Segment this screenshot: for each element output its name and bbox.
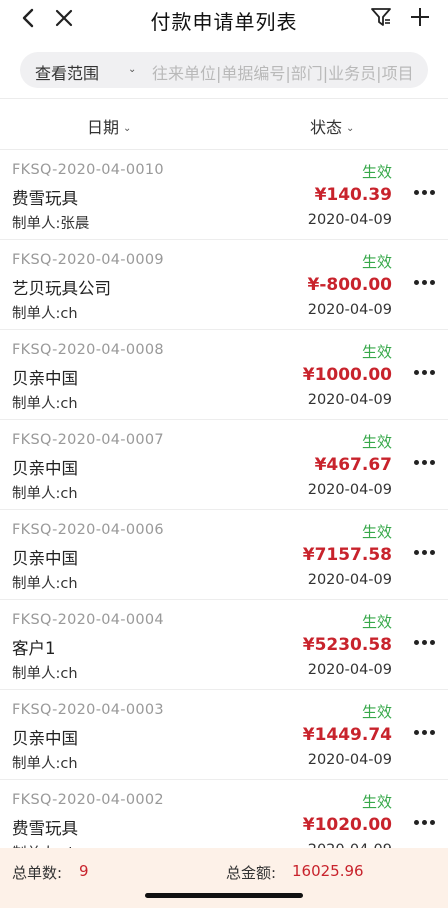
more-icon[interactable] xyxy=(414,550,436,556)
status-badge: 生效 xyxy=(361,343,392,361)
maker-label: 制单人:ch xyxy=(12,666,78,682)
date: 2020-04-09 xyxy=(307,392,392,408)
filter-icon[interactable] xyxy=(370,6,392,28)
list-item[interactable]: FKSQ-2020-04-0003 贝亲中国 制单人:ch 生效 ¥1449.7… xyxy=(0,690,448,780)
more-icon[interactable] xyxy=(414,730,436,736)
amount: ¥1000.00 xyxy=(302,365,392,385)
document-code: FKSQ-2020-04-0006 xyxy=(12,522,164,538)
list-item[interactable]: FKSQ-2020-04-0004 客户1 制单人:ch 生效 ¥5230.58… xyxy=(0,600,448,690)
counterparty-name: 客户1 xyxy=(12,639,56,658)
amount: ¥1449.74 xyxy=(302,725,392,745)
counterparty-name: 贝亲中国 xyxy=(12,459,78,478)
maker-label: 制单人:ch xyxy=(12,396,78,412)
more-icon[interactable] xyxy=(414,190,436,196)
more-icon[interactable] xyxy=(414,820,436,826)
status-badge: 生效 xyxy=(361,793,392,811)
date: 2020-04-09 xyxy=(307,662,392,678)
more-icon[interactable] xyxy=(414,640,436,646)
total-count-label: 总单数: xyxy=(12,864,63,882)
counterparty-name: 费雪玩具 xyxy=(12,189,78,208)
date: 2020-04-09 xyxy=(307,752,392,768)
amount: ¥1020.00 xyxy=(302,815,392,835)
list-item[interactable]: FKSQ-2020-04-0006 贝亲中国 制单人:ch 生效 ¥7157.5… xyxy=(0,510,448,600)
document-code: FKSQ-2020-04-0002 xyxy=(12,792,164,808)
date: 2020-04-09 xyxy=(307,482,392,498)
status-badge: 生效 xyxy=(361,163,392,181)
nav-bar: 付款申请单列表 xyxy=(0,0,448,38)
summary-footer: 总单数: 9 总金额: 16025.96 xyxy=(0,848,448,908)
date: 2020-04-09 xyxy=(307,302,392,318)
list-item[interactable]: FKSQ-2020-04-0008 贝亲中国 制单人:ch 生效 ¥1000.0… xyxy=(0,330,448,420)
home-indicator xyxy=(145,893,303,898)
search-input[interactable]: 往来单位|单据编号|部门|业务员|项目 xyxy=(152,60,414,84)
amount: ¥5230.58 xyxy=(302,635,392,655)
document-code: FKSQ-2020-04-0004 xyxy=(12,612,164,628)
maker-label: 制单人:ch xyxy=(12,306,78,322)
status-badge: 生效 xyxy=(361,433,392,451)
counterparty-name: 贝亲中国 xyxy=(12,549,78,568)
status-badge: 生效 xyxy=(361,523,392,541)
more-icon[interactable] xyxy=(414,460,436,466)
counterparty-name: 贝亲中国 xyxy=(12,729,78,748)
total-count-value: 9 xyxy=(79,862,89,880)
maker-label: 制单人:ch xyxy=(12,756,78,772)
sort-date-label: 日期 xyxy=(87,118,120,137)
list-item[interactable]: FKSQ-2020-04-0007 贝亲中国 制单人:ch 生效 ¥467.67… xyxy=(0,420,448,510)
chevron-down-icon: ⌄ xyxy=(346,123,355,134)
status-badge: 生效 xyxy=(361,703,392,721)
total-amount-label: 总金额: xyxy=(226,864,277,882)
total-amount-value: 16025.96 xyxy=(292,862,364,880)
amount: ¥-800.00 xyxy=(307,275,393,295)
document-code: FKSQ-2020-04-0009 xyxy=(12,252,164,268)
scope-dropdown-label[interactable]: 查看范围 xyxy=(35,60,99,84)
sort-by-status[interactable]: 状态 ⌄ xyxy=(310,114,354,138)
counterparty-name: 艺贝玩具公司 xyxy=(12,279,111,298)
date: 2020-04-09 xyxy=(307,572,392,588)
document-code: FKSQ-2020-04-0007 xyxy=(12,432,164,448)
sort-status-label: 状态 xyxy=(310,118,343,137)
document-code: FKSQ-2020-04-0003 xyxy=(12,702,164,718)
search-bar[interactable]: 查看范围 ⌄ 往来单位|单据编号|部门|业务员|项目 xyxy=(20,52,428,88)
chevron-down-icon[interactable]: ⌄ xyxy=(128,64,136,75)
maker-label: 制单人:ch xyxy=(12,486,78,502)
maker-label: 制单人:ch xyxy=(12,576,78,592)
status-badge: 生效 xyxy=(361,613,392,631)
sort-by-date[interactable]: 日期 ⌄ xyxy=(87,114,131,138)
amount: ¥7157.58 xyxy=(302,545,392,565)
amount: ¥467.67 xyxy=(314,455,392,475)
plus-icon[interactable] xyxy=(408,5,432,29)
document-code: FKSQ-2020-04-0010 xyxy=(12,162,164,178)
more-icon[interactable] xyxy=(414,370,436,376)
date: 2020-04-09 xyxy=(307,212,392,228)
counterparty-name: 费雪玩具 xyxy=(12,819,78,838)
list-item[interactable]: FKSQ-2020-04-0009 艺贝玩具公司 制单人:ch 生效 ¥-800… xyxy=(0,240,448,330)
status-badge: 生效 xyxy=(361,253,392,271)
document-code: FKSQ-2020-04-0008 xyxy=(12,342,164,358)
counterparty-name: 贝亲中国 xyxy=(12,369,78,388)
more-icon[interactable] xyxy=(414,280,436,286)
sort-bar: 日期 ⌄ 状态 ⌄ xyxy=(0,98,448,150)
list-item[interactable]: FKSQ-2020-04-0010 费雪玩具 制单人:张晨 生效 ¥140.39… xyxy=(0,150,448,240)
payment-request-list: FKSQ-2020-04-0010 费雪玩具 制单人:张晨 生效 ¥140.39… xyxy=(0,150,448,870)
chevron-down-icon: ⌄ xyxy=(123,123,132,134)
amount: ¥140.39 xyxy=(314,185,392,205)
maker-label: 制单人:张晨 xyxy=(12,216,90,232)
